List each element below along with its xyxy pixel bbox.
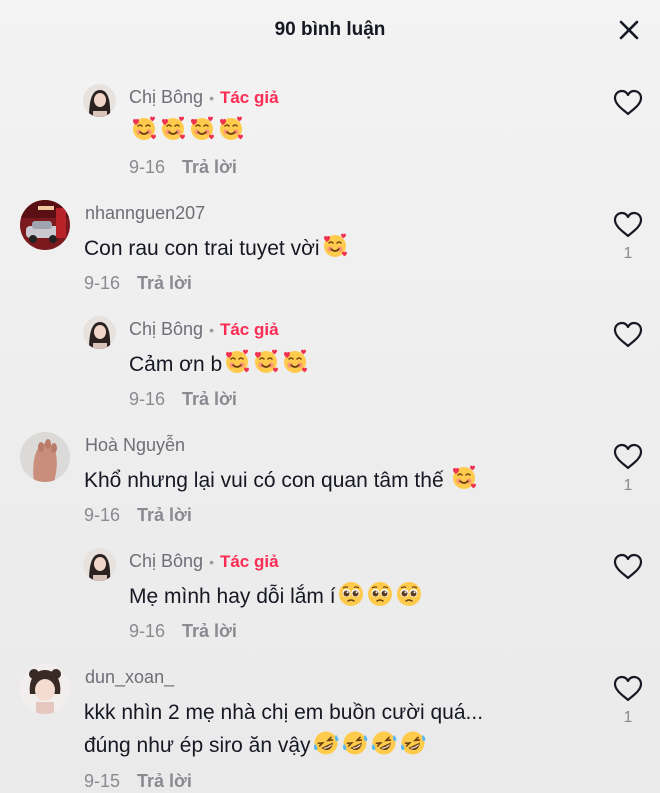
like-button[interactable] xyxy=(612,553,644,585)
comment-text: Cảm ơn b xyxy=(129,348,309,387)
avatar[interactable] xyxy=(83,548,116,581)
emoji-group xyxy=(336,582,423,608)
close-icon[interactable] xyxy=(618,19,640,41)
like-button[interactable] xyxy=(612,321,644,353)
emoji-group xyxy=(222,349,309,376)
comment-body: đúng như ép siro ăn vậy xyxy=(84,734,311,757)
reply-button[interactable]: Trả lời xyxy=(137,273,192,293)
name-line: Chị Bông • Tác giả xyxy=(129,319,279,340)
username[interactable]: Chị Bông xyxy=(129,87,203,108)
heart-icon xyxy=(613,321,643,348)
separator-dot: • xyxy=(209,89,214,106)
avatar[interactable] xyxy=(20,664,70,714)
like-count: 1 xyxy=(623,245,633,262)
smiling-hearts-emoji xyxy=(252,348,280,387)
pleading-emoji xyxy=(366,580,394,619)
emoji-group xyxy=(311,731,427,757)
username[interactable]: Hoà Nguyễn xyxy=(85,435,185,456)
pleading-emoji xyxy=(395,580,423,619)
username[interactable]: Chị Bông xyxy=(129,319,203,340)
reply-button[interactable]: Trả lời xyxy=(182,157,237,177)
name-line: Chị Bông • Tác giả xyxy=(129,551,279,572)
heart-icon xyxy=(613,675,643,702)
avatar[interactable] xyxy=(20,200,70,250)
avatar[interactable] xyxy=(83,316,116,349)
author-badge: Tác giả xyxy=(219,319,279,339)
smiling-hearts-emoji xyxy=(130,115,158,154)
name-line: dun_xoan_ xyxy=(85,667,174,688)
smiling-hearts-emoji xyxy=(223,348,251,387)
separator-dot: • xyxy=(209,553,214,570)
rofl-emoji xyxy=(399,729,427,768)
smiling-hearts-emoji xyxy=(281,348,309,387)
comment-date: 9-16 xyxy=(129,389,166,409)
comment-meta: 9-16 Trả lời xyxy=(84,273,192,294)
like-count: 1 xyxy=(623,709,633,726)
avatar[interactable] xyxy=(20,432,70,482)
smiling-hearts-emoji xyxy=(217,115,245,154)
heart-icon xyxy=(613,443,643,470)
like-button[interactable] xyxy=(612,443,644,475)
name-line: nhannguen207 xyxy=(85,203,205,224)
reply-button[interactable]: Trả lời xyxy=(182,389,237,409)
comment-text: Khổ nhưng lại vui có con quan tâm thế xyxy=(84,464,478,503)
comment-date: 9-16 xyxy=(129,621,166,641)
emoji-group xyxy=(129,116,245,143)
comments-sheet: 90 bình luận Chị Bông • Tác giả 9-16 Trả … xyxy=(0,0,660,793)
heart-icon xyxy=(613,211,643,238)
comment-body: Con rau con trai tuyet vời xyxy=(84,237,320,260)
comment-date: 9-16 xyxy=(129,157,166,177)
smiling-hearts-emoji xyxy=(321,232,349,271)
comment-body: kkk nhìn 2 mẹ nhà chị em buồn cười quá..… xyxy=(84,701,484,724)
comment-date: 9-16 xyxy=(84,505,121,525)
comment-date: 9-15 xyxy=(84,771,121,791)
comment-text: Mẹ mình hay dỗi lắm í xyxy=(129,580,423,619)
rofl-emoji xyxy=(312,729,340,768)
emoji-group xyxy=(320,233,349,260)
comment-text: Con rau con trai tuyet vời xyxy=(84,232,349,271)
comment-meta: 9-15 Trả lời xyxy=(84,771,192,792)
comment-meta: 9-16 Trả lời xyxy=(129,389,237,410)
smiling-hearts-emoji xyxy=(159,115,187,154)
pleading-emoji xyxy=(337,580,365,619)
like-button[interactable] xyxy=(612,211,644,243)
comment-count-title: 90 bình luận xyxy=(274,19,386,40)
name-line: Hoà Nguyễn xyxy=(85,435,185,456)
username[interactable]: nhannguen207 xyxy=(85,203,205,224)
comment-body: Mẹ mình hay dỗi lắm í xyxy=(129,585,336,608)
rofl-emoji xyxy=(370,729,398,768)
comments-header: 90 bình luận xyxy=(0,0,660,62)
separator-dot: • xyxy=(209,321,214,338)
like-count: 1 xyxy=(623,477,633,494)
like-button[interactable] xyxy=(612,89,644,121)
author-badge: Tác giả xyxy=(219,87,279,107)
comment-text xyxy=(129,115,245,154)
reply-button[interactable]: Trả lời xyxy=(137,505,192,525)
avatar[interactable] xyxy=(83,84,116,117)
emoji-group xyxy=(449,465,478,492)
smiling-hearts-emoji xyxy=(450,464,478,503)
heart-icon xyxy=(613,553,643,580)
reply-button[interactable]: Trả lời xyxy=(137,771,192,791)
comment-meta: 9-16 Trả lời xyxy=(129,621,237,642)
comment-body: Khổ nhưng lại vui có con quan tâm thế xyxy=(84,469,450,492)
rofl-emoji xyxy=(341,729,369,768)
comment-date: 9-16 xyxy=(84,273,121,293)
heart-icon xyxy=(613,89,643,116)
comment-text-line2: đúng như ép siro ăn vậy xyxy=(84,729,427,768)
comment-meta: 9-16 Trả lời xyxy=(129,157,237,178)
like-button[interactable] xyxy=(612,675,644,707)
reply-button[interactable]: Trả lời xyxy=(182,621,237,641)
smiling-hearts-emoji xyxy=(188,115,216,154)
author-badge: Tác giả xyxy=(219,551,279,571)
username[interactable]: Chị Bông xyxy=(129,551,203,572)
comment-text: kkk nhìn 2 mẹ nhà chị em buồn cười quá..… xyxy=(84,696,483,730)
username[interactable]: dun_xoan_ xyxy=(85,667,174,688)
name-line: Chị Bông • Tác giả xyxy=(129,87,279,108)
comment-meta: 9-16 Trả lời xyxy=(84,505,192,526)
comment-body: Cảm ơn b xyxy=(129,353,223,376)
